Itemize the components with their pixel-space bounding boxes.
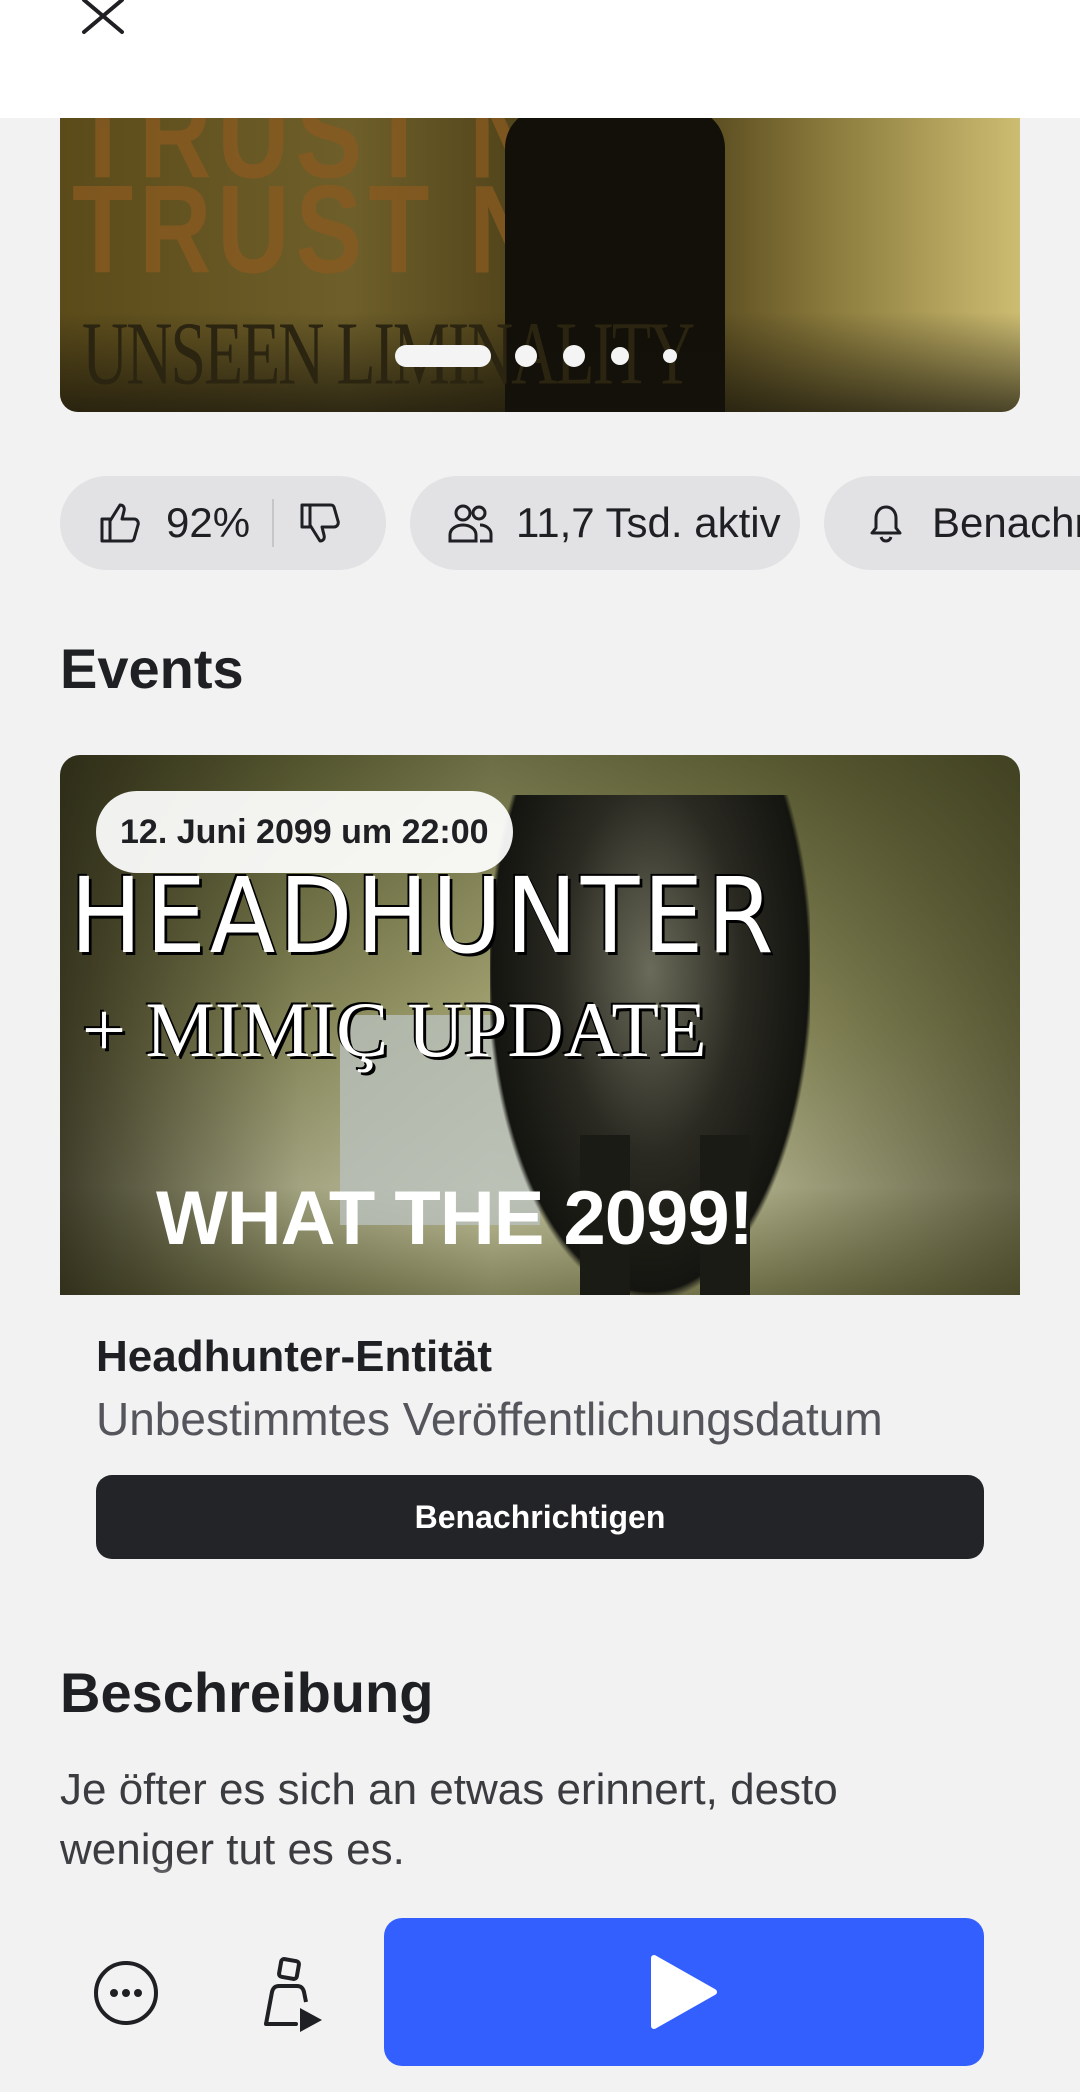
carousel-dot[interactable]: [563, 345, 585, 367]
active-players-count: 11,7 Tsd. aktiv: [516, 499, 781, 546]
event-date-badge: 12. Juni 2099 um 22:00: [96, 791, 513, 873]
avatar-play-icon: [264, 1957, 322, 2032]
notify-label: Benachr: [932, 499, 1080, 546]
rating-pill: 92%: [60, 476, 386, 570]
carousel-dot[interactable]: [515, 345, 537, 367]
top-bar: [0, 0, 1080, 118]
more-options-button[interactable]: [93, 1960, 159, 2026]
event-image-caption: WHAT THE 2099!: [156, 1176, 754, 1261]
carousel-dot[interactable]: [663, 349, 677, 363]
thumbs-down-icon[interactable]: [296, 499, 344, 547]
people-icon: [446, 499, 494, 547]
avatar-play-button[interactable]: [258, 1956, 328, 2032]
close-button[interactable]: [78, 0, 134, 36]
notify-pill[interactable]: Benachr: [824, 476, 1080, 570]
event-image-subtitle: + MIMIÇ UPDATE: [82, 986, 707, 1073]
event-card[interactable]: HEADHUNTER + MIMIÇ UPDATE WHAT THE 2099!…: [60, 755, 1020, 1295]
hero-carousel[interactable]: TRUST NO TRUST NO UNSEEN LIMINALITY: [60, 118, 1020, 412]
description-heading: Beschreibung: [60, 1661, 434, 1724]
more-options-icon: [94, 1961, 158, 2025]
notify-button[interactable]: Benachrichtigen: [96, 1475, 984, 1559]
rating-value: 92%: [166, 499, 251, 546]
hero-logo-text: UNSEEN LIMINALITY: [82, 303, 695, 404]
event-image-title: HEADHUNTER: [70, 855, 778, 977]
event-release-date: Unbestimmtes Veröffentlichungsdatum: [96, 1393, 883, 1445]
events-heading: Events: [60, 637, 244, 700]
play-icon: [651, 1955, 717, 2029]
thumbs-up-icon[interactable]: [96, 499, 144, 547]
play-button[interactable]: [384, 1918, 984, 2066]
event-name: Headhunter-Entität: [96, 1332, 492, 1381]
divider: [272, 499, 275, 547]
close-icon: [82, 0, 124, 34]
bell-icon: [862, 499, 910, 547]
carousel-dot-active[interactable]: [395, 345, 491, 367]
carousel-dot[interactable]: [611, 347, 629, 365]
active-players-pill: 11,7 Tsd. aktiv: [410, 476, 800, 570]
